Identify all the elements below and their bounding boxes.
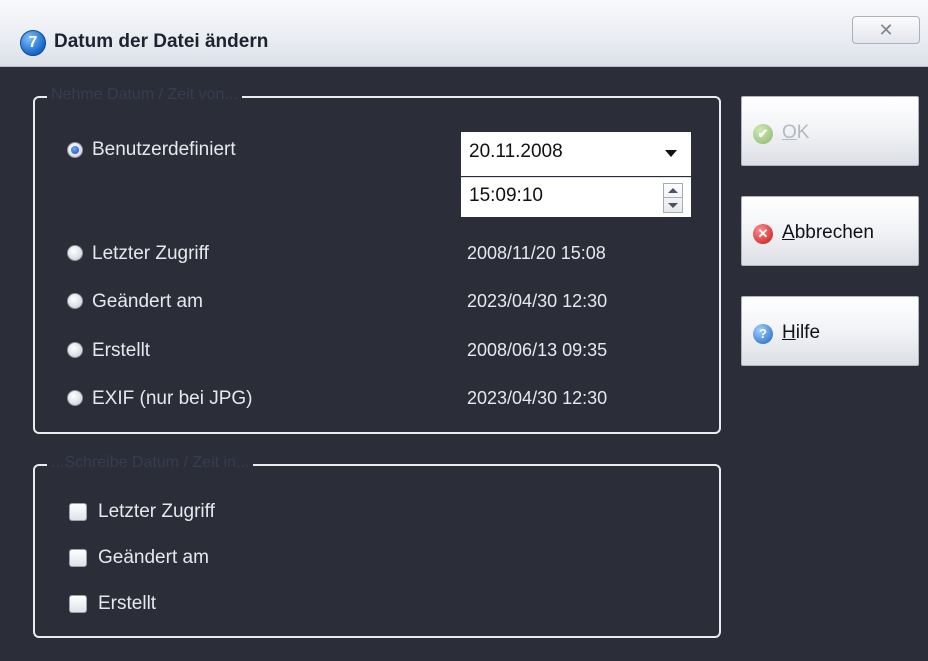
checkbox-modified-label[interactable]: Geändert am xyxy=(98,547,209,569)
spin-down-icon[interactable] xyxy=(668,203,678,208)
radio-custom[interactable] xyxy=(67,142,83,158)
modified-value: 2023/04/30 12:30 xyxy=(467,291,608,311)
radio-modified[interactable] xyxy=(67,293,83,309)
time-spinner[interactable]: 15:09:10 xyxy=(461,177,691,217)
checkbox-modified[interactable] xyxy=(69,549,87,567)
target-group: ...Schreibe Datum / Zeit in... Letzter Z… xyxy=(33,454,721,638)
help-icon: ? xyxy=(753,324,773,344)
exif-value: 2023/04/30 12:30 xyxy=(467,388,608,408)
last-access-value: 2008/11/20 15:08 xyxy=(467,243,606,263)
checkbox-created[interactable] xyxy=(69,595,87,613)
radio-exif[interactable] xyxy=(67,390,83,406)
chevron-down-icon[interactable] xyxy=(665,150,677,157)
ok-button-label: OK xyxy=(782,122,810,143)
dialog-body: Nehme Datum / Zeit von... Benutzerdefini… xyxy=(10,67,919,661)
spin-up-icon[interactable] xyxy=(668,188,678,193)
radio-last-access-label[interactable]: Letzter Zugriff xyxy=(92,243,209,265)
window-title: Datum der Datei ändern xyxy=(54,31,269,52)
radio-last-access[interactable] xyxy=(67,245,83,261)
source-group-title: Nehme Datum / Zeit von... xyxy=(47,86,242,104)
spinner-divider xyxy=(664,197,682,198)
radio-created-label[interactable]: Erstellt xyxy=(92,340,150,362)
radio-custom-label[interactable]: Benutzerdefiniert xyxy=(92,139,236,161)
spinner-control[interactable] xyxy=(663,183,683,213)
target-group-title: ...Schreibe Datum / Zeit in... xyxy=(47,454,254,472)
date-value: 20.11.2008 xyxy=(469,141,563,162)
title-bar: 7 Datum der Datei ändern ✕ xyxy=(0,0,928,67)
app-icon: 7 xyxy=(20,30,46,56)
close-button[interactable]: ✕ xyxy=(852,16,920,44)
close-icon: ✕ xyxy=(878,20,894,40)
radio-modified-label[interactable]: Geändert am xyxy=(92,291,203,313)
help-button-label: Hilfe xyxy=(782,322,821,343)
radio-exif-label[interactable]: EXIF (nur bei JPG) xyxy=(92,388,253,410)
checkbox-last-access-label[interactable]: Letzter Zugriff xyxy=(98,501,215,523)
app-icon-glyph: 7 xyxy=(28,34,38,51)
created-value: 2008/06/13 09:35 xyxy=(467,340,608,360)
cancel-button-label: Abbrechen xyxy=(782,222,874,243)
help-button[interactable]: ? Hilfe xyxy=(741,296,919,366)
source-group: Nehme Datum / Zeit von... Benutzerdefini… xyxy=(33,86,721,434)
cancel-icon: ✕ xyxy=(753,224,773,244)
check-icon: ✔ xyxy=(753,124,773,144)
time-value: 15:09:10 xyxy=(469,185,543,206)
checkbox-last-access[interactable] xyxy=(69,503,87,521)
date-dropdown[interactable]: 20.11.2008 xyxy=(461,132,691,176)
checkbox-created-label[interactable]: Erstellt xyxy=(98,593,156,615)
cancel-button[interactable]: ✕ Abbrechen xyxy=(741,196,919,266)
radio-created[interactable] xyxy=(67,342,83,358)
ok-button[interactable]: ✔ OK xyxy=(741,96,919,166)
